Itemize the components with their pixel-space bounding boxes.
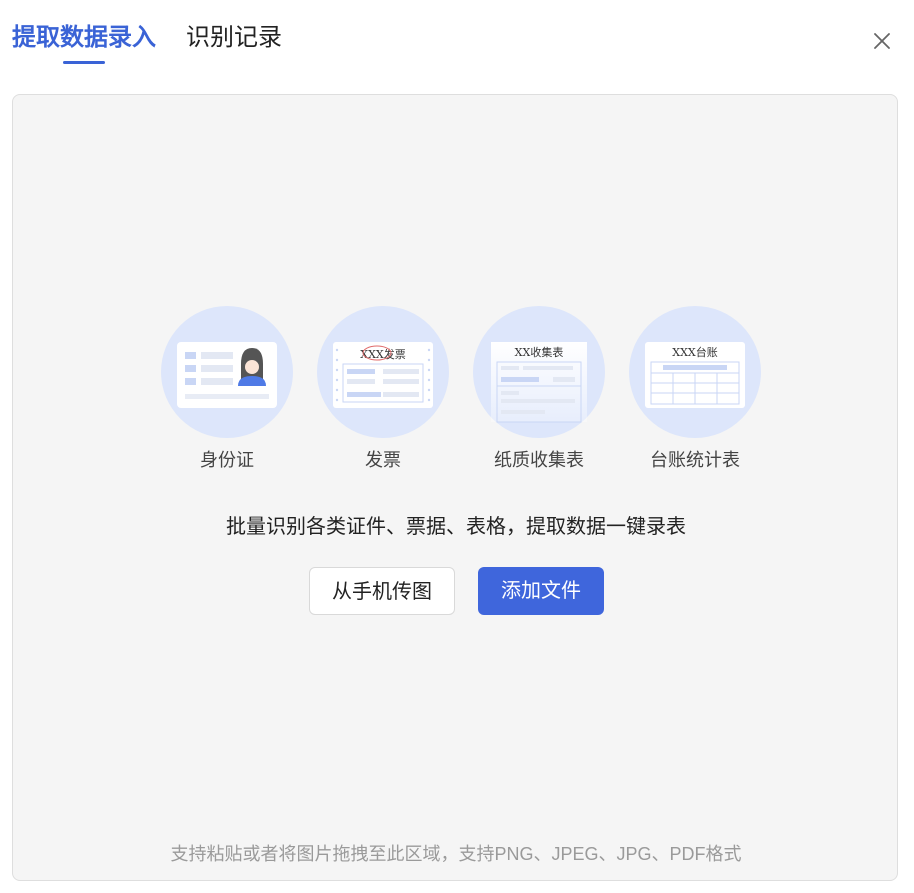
tab-extract-data[interactable]: 提取数据录入 bbox=[12, 20, 156, 56]
tab-bar: 提取数据录入 识别记录 bbox=[0, 0, 914, 72]
invoice-icon: XXX发票 bbox=[317, 306, 449, 438]
active-tab-indicator bbox=[63, 61, 105, 64]
paper-form-icon-text: XX收集表 bbox=[515, 345, 564, 359]
type-paper-form: XX收集表 纸质收集表 bbox=[469, 306, 609, 472]
drop-hint: 支持粘贴或者将图片拖拽至此区域，支持PNG、JPEG、JPG、PDF格式 bbox=[170, 844, 742, 864]
ledger-icon-text: XXX台账 bbox=[672, 345, 718, 359]
close-icon[interactable] bbox=[868, 27, 896, 55]
tab-recognition-history[interactable]: 识别记录 bbox=[186, 20, 282, 56]
paper-form-icon: XX收集表 bbox=[473, 306, 605, 438]
id-card-icon bbox=[161, 306, 293, 438]
type-label: 身份证 bbox=[200, 450, 254, 470]
ledger-table-icon: XXX台账 bbox=[629, 306, 761, 438]
type-label: 发票 bbox=[365, 450, 401, 470]
add-file-button[interactable]: 添加文件 bbox=[478, 567, 604, 615]
type-label: 台账统计表 bbox=[650, 450, 740, 470]
type-id-card: 身份证 bbox=[157, 306, 297, 472]
type-invoice: XXX发票 发票 bbox=[313, 306, 453, 472]
file-drop-area[interactable]: 身份证 XXX发票 发票 XX收集表 纸质收集表 XXX台账 台账统计表 批量识… bbox=[12, 94, 898, 881]
type-ledger: XXX台账 台账统计表 bbox=[625, 306, 765, 472]
feature-description: 批量识别各类证件、票据、表格，提取数据一键录表 bbox=[226, 516, 686, 538]
type-label: 纸质收集表 bbox=[494, 450, 584, 470]
upload-from-phone-button[interactable]: 从手机传图 bbox=[309, 567, 455, 615]
